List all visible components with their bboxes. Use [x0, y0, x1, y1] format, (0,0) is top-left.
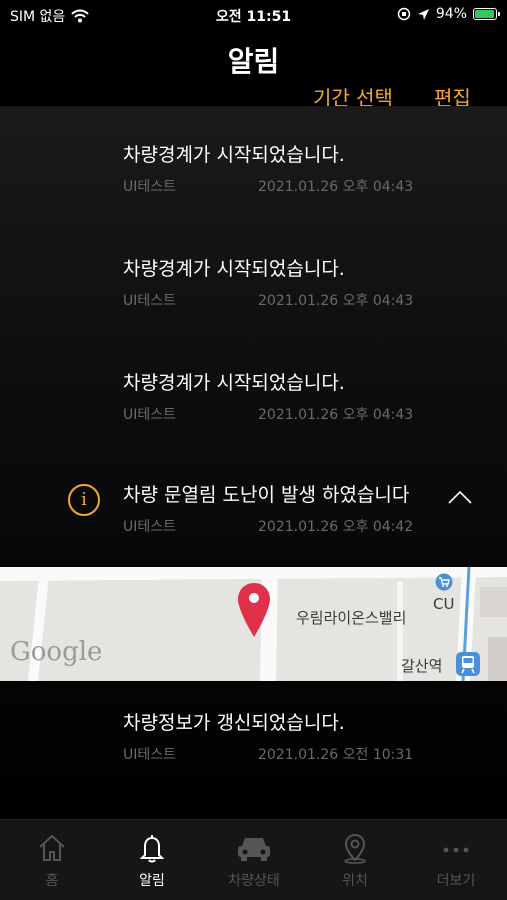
notification-item[interactable]: 차량경계가 시작되었습니다. UI테스트 2021.01.26 오후 04:43: [0, 140, 507, 250]
chevron-up-icon[interactable]: [448, 490, 472, 504]
tab-location[interactable]: 위치: [305, 832, 405, 890]
battery-icon: [473, 8, 500, 20]
header: 알림 기간 선택 편집: [0, 28, 507, 110]
notification-item[interactable]: 차량경계가 시작되었습니다. UI테스트 2021.01.26 오후 04:43: [0, 254, 507, 364]
tab-label: 알림: [139, 873, 165, 889]
notification-message: 차량경계가 시작되었습니다.: [123, 372, 345, 394]
map-pin-icon: [238, 583, 270, 637]
tab-bar: 홈 알림 차량상태 위치 더보기: [0, 819, 507, 900]
bell-icon: [139, 835, 165, 863]
notification-list[interactable]: 차량경계가 시작되었습니다. UI테스트 2021.01.26 오후 04:43…: [0, 106, 507, 819]
location-arrow-icon: [417, 8, 429, 20]
notification-datetime: 2021.01.26 오후 04:43: [258, 407, 414, 423]
map-store-label: CU: [433, 595, 455, 613]
orientation-lock-icon: [397, 7, 411, 21]
battery-fill: [475, 10, 494, 18]
subway-icon: [456, 652, 480, 676]
status-bar: SIM 없음 오전 11:51 94%: [0, 0, 507, 28]
location-pin-icon: [344, 833, 366, 864]
location-map[interactable]: 우림라이온스밸리 CU 갈산역 Google: [0, 567, 507, 681]
notification-source: UI테스트: [123, 407, 177, 423]
tab-home[interactable]: 홈: [2, 832, 102, 890]
car-icon: [238, 838, 270, 861]
notification-datetime: 2021.01.26 오전 10:31: [258, 747, 414, 763]
home-icon: [39, 834, 65, 861]
status-right: 94%: [397, 6, 500, 22]
notification-datetime: 2021.01.26 오후 04:43: [258, 293, 414, 309]
notification-item[interactable]: 차량경계가 시작되었습니다. UI테스트 2021.01.26 오후 04:43: [0, 368, 507, 478]
notification-source: UI테스트: [123, 519, 177, 535]
notification-message: 차량 문열림 도난이 발생 하였습니다: [123, 484, 410, 506]
tab-vehicle-status[interactable]: 차량상태: [204, 832, 304, 890]
tab-label: 홈: [45, 873, 59, 889]
notification-datetime: 2021.01.26 오후 04:42: [258, 519, 414, 535]
notification-message: 차량경계가 시작되었습니다.: [123, 258, 345, 280]
tab-label: 차량상태: [228, 873, 280, 889]
notification-source: UI테스트: [123, 179, 177, 195]
notification-source: UI테스트: [123, 293, 177, 309]
notification-message: 차량정보가 갱신되었습니다.: [123, 712, 345, 734]
tab-notifications[interactable]: 알림: [102, 832, 202, 890]
battery-percent: 94%: [435, 6, 467, 22]
tab-label: 위치: [342, 873, 368, 889]
google-logo: Google: [10, 637, 103, 667]
notification-source: UI테스트: [123, 747, 177, 763]
info-icon: i: [68, 484, 100, 516]
map-place-label: 우림라이온스밸리: [296, 609, 407, 627]
tab-label: 더보기: [436, 873, 476, 889]
map-station-label: 갈산역: [401, 657, 443, 675]
more-icon: [443, 847, 469, 853]
shopping-cart-icon: [435, 573, 453, 591]
tab-more[interactable]: 더보기: [406, 832, 506, 890]
page-title: 알림: [227, 45, 280, 78]
notification-message: 차량경계가 시작되었습니다.: [123, 144, 345, 166]
notification-datetime: 2021.01.26 오후 04:43: [258, 179, 414, 195]
notification-item[interactable]: 차량정보가 갱신되었습니다. UI테스트 2021.01.26 오전 10:31: [0, 708, 507, 818]
